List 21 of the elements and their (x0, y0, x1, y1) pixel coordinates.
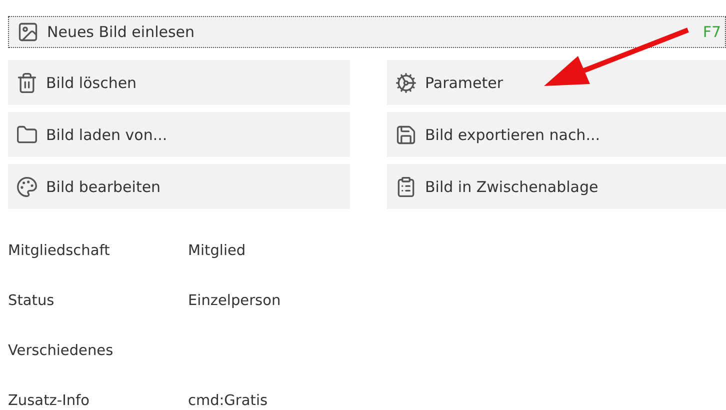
info-label: Verschiedenes (8, 342, 114, 361)
shortcut-label: F7 (702, 23, 721, 41)
info-value: Einzelperson (188, 293, 281, 309)
action-button[interactable]: Bild löschen (8, 60, 350, 105)
folder-icon (16, 124, 38, 146)
info-value: cmd:Gratis (188, 393, 268, 409)
info-label: Status (8, 292, 56, 311)
clipboard-icon (395, 176, 417, 198)
palette-icon (16, 176, 38, 198)
trash-icon (16, 72, 38, 94)
image-icon (17, 21, 39, 43)
gear-icon (395, 72, 417, 94)
info-label: Mitgliedschaft (8, 242, 111, 261)
action-button[interactable]: Parameter (387, 60, 726, 105)
action-button[interactable]: Bild exportieren nach... (387, 112, 726, 157)
action-button[interactable]: Bild bearbeiten (8, 164, 350, 209)
action-button[interactable]: Bild in Zwischenablage (387, 164, 726, 209)
info-value: Mitglied (188, 243, 246, 259)
read-new-image-button[interactable]: Neues Bild einlesen F7 (8, 16, 726, 48)
info-label: Zusatz-Info (8, 392, 91, 410)
action-button[interactable]: Bild laden von... (8, 112, 350, 157)
